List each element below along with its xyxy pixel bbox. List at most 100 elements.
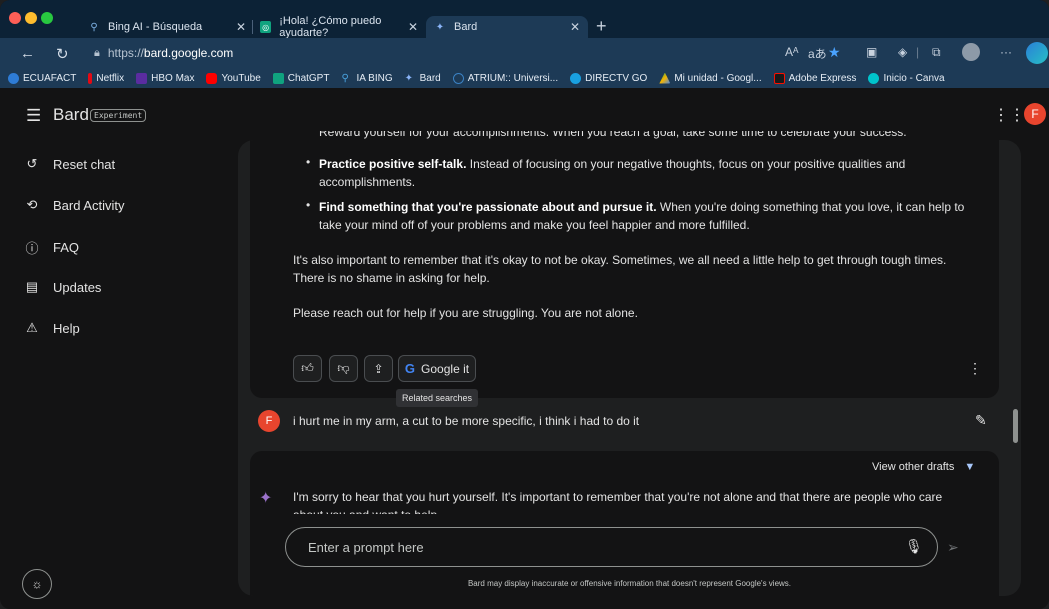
bookmark-label: IA BING	[356, 72, 393, 84]
toolbar-divider: |	[916, 45, 920, 59]
response-text-cut: Reward yourself for your accomplishments…	[319, 131, 999, 141]
bookmark-ecuafact[interactable]: ECUAFACT	[8, 72, 76, 84]
bullet-text: take your mind off of your problems and …	[319, 218, 750, 232]
response-text-cut: about you and want to help.	[293, 506, 973, 514]
thumbs-down-icon: 👎︎	[337, 361, 350, 375]
tab-bard[interactable]: ✦ Bard ✕	[426, 16, 588, 38]
bing-copilot-icon[interactable]	[1026, 42, 1048, 64]
thumbs-down-button[interactable]: 👎︎	[329, 355, 358, 382]
bookmark-hbo-max[interactable]: HBO Max	[136, 72, 195, 84]
microphone-icon[interactable]: 🎙︎	[905, 538, 923, 555]
edit-pencil-icon[interactable]: ✎	[975, 412, 987, 429]
tab-separator	[252, 20, 253, 34]
profile-icon[interactable]	[962, 43, 980, 61]
tab-strip: ⚲ Bing AI - Búsqueda ✕ ◎ ¡Hola! ¿Cómo pu…	[0, 0, 1049, 39]
response-bullet-2: Practice positive self-talk. Instead of …	[319, 155, 999, 191]
bullet-text: When you're doing something that you lov…	[656, 200, 965, 214]
bookmark-label: ATRIUM:: Universi...	[467, 72, 559, 84]
extensions-icon[interactable]: ◈	[898, 45, 907, 59]
view-other-drafts-button[interactable]: View other drafts ▼	[872, 461, 975, 473]
bard-sparkle-icon: ✦	[404, 72, 413, 84]
feedback-icon: ⚠	[26, 320, 38, 335]
hbo-max-icon	[136, 72, 148, 84]
tab-chatgpt[interactable]: ◎ ¡Hola! ¿Cómo puedo ayudarte? ✕	[256, 15, 424, 39]
bookmark-drive[interactable]: Mi unidad - Googl...	[659, 72, 762, 84]
sidebar-item-bard-activity[interactable]: ⟲ Bard Activity	[24, 197, 125, 213]
new-tab-button[interactable]: +	[596, 16, 607, 37]
translate-icon[interactable]: aあ	[808, 45, 827, 62]
bookmark-directv[interactable]: DIRECTV GO	[570, 72, 647, 84]
bullet-heading: Find something that you're passionate ab…	[319, 200, 657, 214]
back-icon[interactable]: ←	[20, 45, 35, 62]
view-drafts-label: View other drafts	[872, 461, 955, 473]
reload-icon[interactable]: ↻	[56, 45, 69, 63]
paragraph-line: It's also important to remember that it'…	[293, 253, 947, 267]
google-g-icon: G	[404, 361, 416, 376]
more-vert-icon[interactable]: ⋮	[968, 360, 982, 377]
google-it-button[interactable]: G Google it	[398, 355, 476, 382]
minimize-window-button[interactable]	[25, 12, 37, 24]
bookmark-label: Bard	[419, 72, 441, 84]
bookmark-label: YouTube	[221, 72, 261, 84]
scrollbar-thumb[interactable]	[1013, 409, 1018, 443]
account-avatar[interactable]: F	[1024, 103, 1046, 125]
url-scheme: https://	[107, 46, 144, 60]
maximize-window-button[interactable]	[41, 12, 53, 24]
tab-bing[interactable]: ⚲ Bing AI - Búsqueda ✕	[82, 16, 254, 38]
sidebar-item-updates[interactable]: ▤ Updates	[24, 279, 102, 295]
sidebar-item-faq[interactable]: ⓘ FAQ	[24, 238, 79, 257]
sidebar-item-reset-chat[interactable]: ↺ Reset chat	[24, 156, 116, 172]
read-aloud-icon[interactable]: A͏ᴬ	[785, 45, 798, 59]
tab-label: Bard	[454, 21, 478, 33]
bookmark-bard[interactable]: ✦ Bard	[405, 73, 441, 84]
bookmarks-bar: ECUAFACT Netflix HBO Max YouTube ChatGPT…	[0, 68, 1049, 88]
ecuafact-icon	[8, 72, 19, 84]
address-bar[interactable]: 🔒︎ https://bard.google.com	[90, 42, 850, 64]
response-text: I'm sorry to hear that you hurt yourself…	[293, 490, 943, 504]
bookmark-adobe-express[interactable]: Adobe Express	[773, 72, 856, 84]
sidebar-item-label: Updates	[53, 279, 102, 295]
google-it-label: Google it	[421, 361, 470, 376]
bookmark-canva[interactable]: Inicio - Canva	[868, 72, 945, 84]
tooltip-related-searches: Related searches	[396, 389, 479, 407]
more-options-icon[interactable]: ···	[1000, 45, 1012, 59]
thumbs-up-button[interactable]: 👍︎	[293, 355, 322, 382]
calendar-icon: ▤	[25, 279, 39, 294]
bookmark-label: Inicio - Canva	[883, 72, 945, 84]
search-icon: ⚲	[341, 72, 349, 84]
prompt-input[interactable]: Enter a prompt here	[285, 527, 938, 567]
close-window-button[interactable]	[9, 12, 21, 24]
apps-grid-icon[interactable]: ⋮⋮	[993, 105, 1025, 125]
send-icon[interactable]: ➢	[947, 539, 959, 556]
bullet-heading: Practice positive self-talk.	[319, 157, 467, 171]
bookmark-netflix[interactable]: Netflix	[88, 72, 124, 84]
lock-icon: 🔒︎	[94, 46, 100, 59]
bookmark-label: ChatGPT	[287, 72, 330, 84]
tab-label: Bing AI - Búsqueda	[108, 21, 203, 33]
paragraph-line: There is no shame in asking for help.	[293, 271, 490, 285]
close-tab-icon[interactable]: ✕	[570, 20, 580, 34]
bookmark-atrium[interactable]: ATRIUM:: Universi...	[452, 72, 559, 84]
favorite-star-icon[interactable]: ★	[828, 44, 841, 61]
bookmark-youtube[interactable]: YouTube	[206, 72, 261, 84]
menu-icon[interactable]: ☰	[26, 106, 41, 126]
bookmark-label: HBO Max	[151, 72, 195, 84]
bullet-point: •	[306, 155, 311, 169]
share-icon: ⇪	[373, 361, 384, 376]
sidebar-item-label: Reset chat	[53, 156, 116, 172]
bard-sparkle-icon: ✦	[259, 490, 273, 507]
close-tab-icon[interactable]: ✕	[408, 20, 418, 34]
search-icon: ⚲	[90, 21, 98, 33]
share-button[interactable]: ⇪	[364, 355, 393, 382]
split-screen-icon[interactable]: ▣	[866, 45, 877, 59]
collections-icon[interactable]: ⧉	[932, 45, 941, 60]
sidebar-item-label: FAQ	[53, 240, 80, 255]
close-tab-icon[interactable]: ✕	[236, 20, 246, 34]
sidebar-item-help[interactable]: ⚠ Help	[24, 320, 80, 336]
bookmark-chatgpt[interactable]: ChatGPT	[272, 72, 330, 84]
bookmark-ia-bing[interactable]: ⚲ IA BING	[341, 73, 392, 84]
address-toolbar: ← ↻ 🔒︎ https://bard.google.com A͏ᴬ aあ ★ …	[0, 38, 1049, 68]
brand-title: Bard	[53, 105, 89, 124]
theme-toggle-icon[interactable]: ☼	[22, 569, 52, 599]
prompt-placeholder: Enter a prompt here	[308, 539, 424, 555]
